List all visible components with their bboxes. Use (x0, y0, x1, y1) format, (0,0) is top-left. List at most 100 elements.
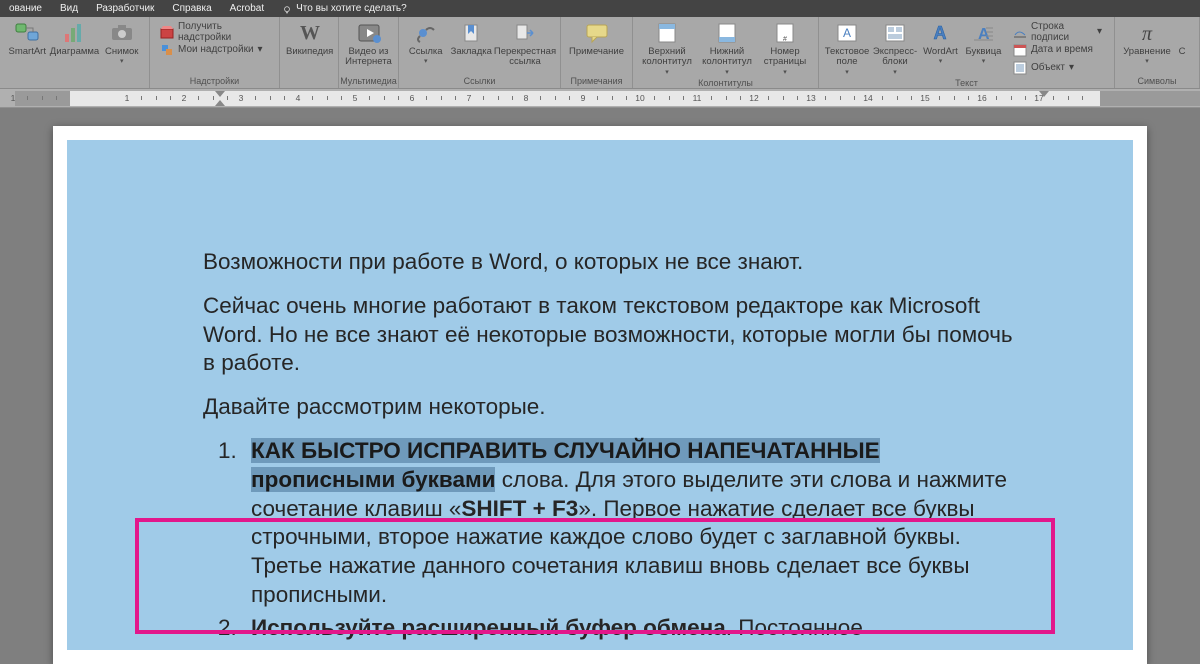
hyperlink-button[interactable]: Ссылка▾ (403, 19, 449, 69)
ruler-number: 8 (524, 93, 529, 103)
footer-button[interactable]: Нижний колонтитул▾ (697, 19, 757, 77)
equation-button[interactable]: π Уравнение▾ (1119, 19, 1175, 69)
ruler-number: 9 (581, 93, 586, 103)
document-workspace: Возможности при работе в Word, о которых… (0, 108, 1200, 664)
ruler-number: 1 (11, 93, 16, 103)
link-icon (412, 21, 440, 45)
keyboard-shortcut: SHIFT + F3 (461, 496, 578, 521)
omega-icon (1168, 21, 1196, 45)
bookmark-button[interactable]: Закладка (449, 19, 495, 69)
ribbon-group-illustrations: SmartArt Диаграмма Снимок▾ (0, 17, 150, 88)
get-addins-button[interactable]: Получить надстройки (158, 23, 269, 40)
ruler-number: 1 (125, 93, 130, 103)
chart-icon (61, 21, 89, 45)
ribbon-group-symbols: π Уравнение▾ С Символы (1115, 17, 1200, 88)
tell-me-label: Что вы хотите сделать? (296, 0, 407, 17)
lightbulb-icon (282, 4, 292, 14)
group-label-symbols: Символы (1115, 75, 1199, 88)
object-button[interactable]: Объект▾ (1011, 59, 1104, 76)
menu-tab-view[interactable]: Вид (51, 0, 87, 17)
ribbon-group-addins: Получить надстройки Мои надстройки ▾ Над… (150, 17, 280, 88)
movie-icon (355, 21, 383, 45)
ribbon-group-wikipedia: W Википедия (280, 17, 339, 88)
hanging-indent-marker[interactable] (215, 100, 225, 106)
ruler-number: 14 (863, 93, 872, 103)
chevron-down-icon: ▾ (258, 44, 263, 55)
date-time-button[interactable]: Дата и время (1011, 41, 1104, 58)
ribbon-group-media: Видео из Интернета Мультимедиа (339, 17, 399, 88)
group-label-comments: Примечания (561, 75, 632, 88)
page-content-area[interactable]: Возможности при работе в Word, о которых… (67, 140, 1133, 650)
addin-icon (160, 43, 174, 57)
ruler-number: 11 (693, 93, 702, 103)
wikipedia-icon: W (296, 21, 324, 45)
chart-button[interactable]: Диаграмма (51, 19, 99, 69)
menu-bar: ование Вид Разработчик Справка Acrobat Ч… (0, 0, 1200, 17)
textbox-icon: A (833, 21, 861, 45)
menu-tab-acrobat[interactable]: Acrobat (221, 0, 273, 17)
ruler-number: 15 (920, 93, 929, 103)
pagenumber-icon: # (771, 21, 799, 45)
header-icon (653, 21, 681, 45)
online-video-button[interactable]: Видео из Интернета (343, 19, 394, 69)
first-line-indent-marker[interactable] (215, 91, 225, 97)
ruler-number: 7 (467, 93, 472, 103)
list-item[interactable]: Используйте расширенный буфер обмена. По… (243, 614, 1029, 643)
footer-icon (713, 21, 741, 45)
header-button[interactable]: Верхний колонтитул▾ (637, 19, 697, 77)
group-label-media: Мультимедиа (339, 75, 398, 88)
textbox-button[interactable]: A Текстовое поле▾ (823, 19, 871, 77)
crossref-icon (511, 21, 539, 45)
calendar-icon (1013, 43, 1027, 57)
ribbon-group-headerfooter: Верхний колонтитул▾ Нижний колонтитул▾ #… (633, 17, 819, 88)
ruler-number: 4 (296, 93, 301, 103)
screenshot-button[interactable]: Снимок▾ (99, 19, 146, 69)
ruler-number: 10 (635, 93, 644, 103)
object-icon (1013, 61, 1027, 75)
store-icon (160, 25, 174, 39)
ruler-number: 6 (410, 93, 415, 103)
my-addins-button[interactable]: Мои надстройки ▾ (158, 41, 269, 58)
ruler-number: 16 (977, 93, 986, 103)
list-item[interactable]: КАК БЫСТРО ИСПРАВИТЬ СЛУЧАЙНО НАПЕЧАТАНН… (243, 437, 1029, 610)
quickparts-button[interactable]: Экспресс-блоки▾ (871, 19, 919, 77)
comment-button[interactable]: Примечание (565, 19, 628, 69)
menu-tab-help[interactable]: Справка (163, 0, 220, 17)
svg-text:#: # (783, 36, 787, 43)
svg-text:A: A (843, 26, 851, 40)
group-label-text: Текст (819, 77, 1114, 89)
smartart-icon (13, 21, 41, 45)
camera-icon (108, 21, 136, 45)
dropcap-button[interactable]: A Буквица▾ (962, 19, 1005, 69)
page: Возможности при работе в Word, о которых… (53, 126, 1147, 664)
tell-me-search[interactable]: Что вы хотите сделать? (273, 0, 416, 17)
group-label (0, 75, 149, 88)
comment-icon (583, 21, 611, 45)
menu-tab-developer[interactable]: Разработчик (87, 0, 163, 17)
dropcap-icon: A (969, 21, 997, 45)
wordart-button[interactable]: A WordArt▾ (919, 19, 962, 69)
paragraph[interactable]: Возможности при работе в Word, о которых… (203, 248, 1029, 277)
quickparts-icon (881, 21, 909, 45)
horizontal-ruler[interactable]: 3211234567891011121314151617 (15, 91, 1200, 106)
wikipedia-button[interactable]: W Википедия (284, 19, 335, 69)
signature-icon (1013, 25, 1027, 39)
right-indent-marker[interactable] (1039, 91, 1049, 97)
svg-text:W: W (300, 22, 320, 44)
paragraph[interactable]: Давайте рассмотрим некоторые. (203, 393, 1029, 422)
ruler-number: 2 (182, 93, 187, 103)
group-label-addins: Надстройки (150, 75, 279, 88)
signature-line-button[interactable]: Строка подписи▾ (1011, 23, 1104, 40)
crossref-button[interactable]: Перекрестная ссылка (494, 19, 556, 69)
smartart-button[interactable]: SmartArt (4, 19, 51, 69)
ribbon-group-comments: Примечание Примечания (561, 17, 633, 88)
paragraph[interactable]: Сейчас очень многие работают в таком тек… (203, 292, 1029, 378)
group-label-hf: Колонтитулы (633, 77, 818, 89)
ruler-number: 13 (806, 93, 815, 103)
symbol-button-cut[interactable]: С (1175, 19, 1189, 69)
pi-icon: π (1133, 21, 1161, 45)
ribbon: SmartArt Диаграмма Снимок▾ (0, 17, 1200, 89)
bookmark-icon (457, 21, 485, 45)
pagenumber-button[interactable]: # Номер страницы▾ (757, 19, 813, 77)
menu-tab-cut[interactable]: ование (0, 0, 51, 17)
